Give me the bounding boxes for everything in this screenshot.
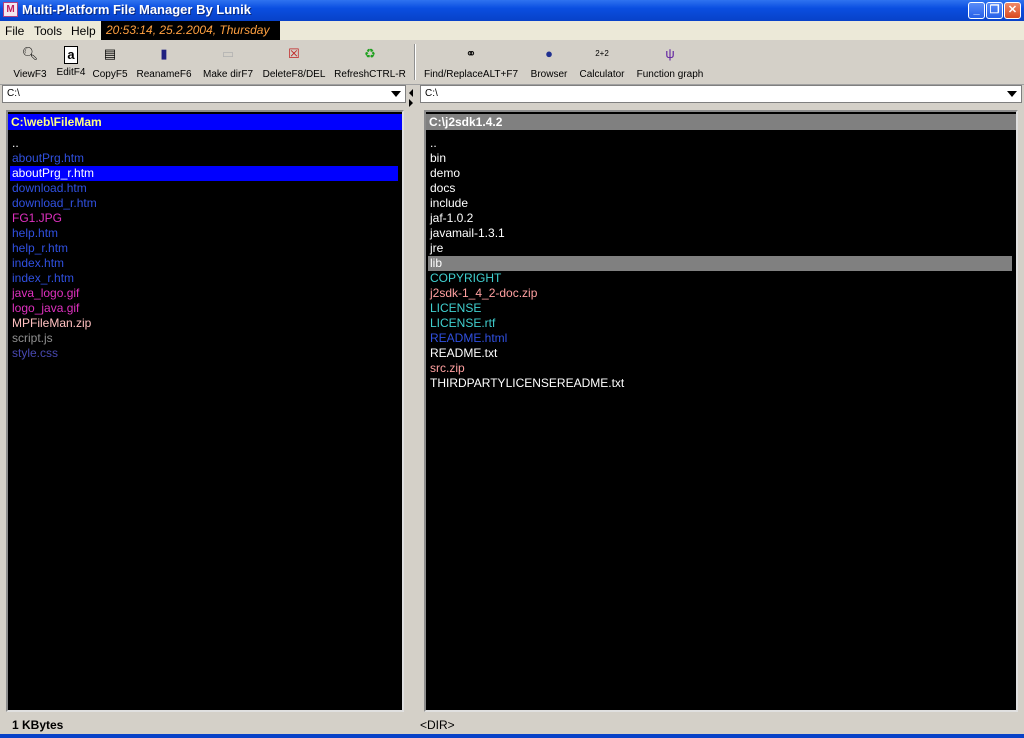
globe-icon: ● xyxy=(545,46,553,61)
right-file-list[interactable]: .. bin demo docs include jaf-1.0.2 javamail-1.… xyxy=(428,136,1012,391)
file-item[interactable]: COPYRIGHT xyxy=(428,271,1012,286)
left-drive-value: C:\ xyxy=(7,88,20,99)
file-item[interactable]: demo xyxy=(428,166,1012,181)
file-item[interactable]: include xyxy=(428,196,1012,211)
browser-button[interactable]: ● Browser xyxy=(527,44,571,80)
maximize-button[interactable]: ❐ xyxy=(986,2,1003,19)
arrow-right-icon[interactable] xyxy=(409,99,413,107)
file-item[interactable]: help_r.htm xyxy=(10,241,398,256)
file-item[interactable]: aboutPrg_r.htm xyxy=(10,166,398,181)
menu-file[interactable]: File xyxy=(5,24,24,38)
copy-icon: ▤ xyxy=(103,46,117,61)
file-item[interactable]: aboutPrg.htm xyxy=(10,151,398,166)
right-drive-value: C:\ xyxy=(425,88,438,99)
edit-icon: a xyxy=(64,46,78,64)
left-path-header: C:\web\FileMam xyxy=(8,114,402,130)
folder-icon: ▭ xyxy=(221,46,235,61)
file-item[interactable]: bin xyxy=(428,151,1012,166)
file-item[interactable]: download.htm xyxy=(10,181,398,196)
file-item[interactable]: docs xyxy=(428,181,1012,196)
refresh-button[interactable]: ♻ RefreshCTRL-R xyxy=(333,44,407,80)
panel-splitter[interactable] xyxy=(407,85,419,715)
function-graph-button[interactable]: ψ Function graph xyxy=(633,44,707,80)
copy-button[interactable]: ▤ CopyF5 xyxy=(91,44,129,80)
left-file-panel[interactable]: C:\web\FileMam .. aboutPrg.htm aboutPrg_r.… xyxy=(6,110,404,712)
file-item[interactable]: javamail-1.3.1 xyxy=(428,226,1012,241)
calculator-button[interactable]: 2+2 Calculator xyxy=(576,44,628,80)
file-item[interactable]: jre xyxy=(428,241,1012,256)
file-item[interactable]: j2sdk-1_4_2-doc.zip xyxy=(428,286,1012,301)
file-item[interactable]: logo_java.gif xyxy=(10,301,398,316)
arrow-left-icon[interactable] xyxy=(409,89,413,97)
file-item[interactable]: script.js xyxy=(10,331,398,346)
toolbar: 🔍︎ ViewF3 a EditF4 ▤ CopyF5 ▮ ReanameF6 … xyxy=(0,40,1024,85)
chevron-down-icon xyxy=(391,91,401,97)
file-item[interactable]: src.zip xyxy=(428,361,1012,376)
minimize-button[interactable]: _ xyxy=(968,2,985,19)
right-path-header: C:\j2sdk1.4.2 xyxy=(426,114,1016,130)
refresh-icon: ♻ xyxy=(364,46,376,61)
right-drive-select[interactable]: C:\ xyxy=(420,85,1022,103)
file-item[interactable]: LICENSE.rtf xyxy=(428,316,1012,331)
binoculars-icon: ⚭ xyxy=(465,46,477,61)
right-file-panel[interactable]: C:\j2sdk1.4.2 .. bin demo docs include jaf-1.… xyxy=(424,110,1018,712)
graph-icon: ψ xyxy=(665,46,675,61)
file-item[interactable]: index_r.htm xyxy=(10,271,398,286)
file-item[interactable]: FG1.JPG xyxy=(10,211,398,226)
left-status-bar: 1 KBytes xyxy=(2,716,406,734)
make-dir-button[interactable]: ▭ Make dirF7 xyxy=(199,44,257,80)
rename-button[interactable]: ▮ ReanameF6 xyxy=(134,44,194,80)
file-item[interactable]: lib xyxy=(428,256,1012,271)
delete-button[interactable]: ☒ DeleteF8/DEL xyxy=(260,44,328,80)
toolbar-separator xyxy=(414,44,416,80)
window-bottom-border xyxy=(0,734,1024,738)
calculator-icon: 2+2 xyxy=(595,49,609,58)
file-item[interactable]: style.css xyxy=(10,346,398,361)
file-item[interactable]: help.htm xyxy=(10,226,398,241)
app-icon[interactable]: M xyxy=(3,2,18,17)
file-item[interactable]: MPFileMan.zip xyxy=(10,316,398,331)
chevron-down-icon xyxy=(1007,91,1017,97)
file-item[interactable]: README.html xyxy=(428,331,1012,346)
left-drive-select[interactable]: C:\ xyxy=(2,85,406,103)
rename-icon: ▮ xyxy=(160,46,168,61)
view-button[interactable]: 🔍︎ ViewF3 xyxy=(10,44,50,80)
magnifier-icon: 🔍︎ xyxy=(21,46,39,61)
left-file-list[interactable]: .. aboutPrg.htm aboutPrg_r.htm download.htm… xyxy=(10,136,398,361)
clock-display: 20:53:14, 25.2.2004, Thursday xyxy=(101,21,280,40)
file-item[interactable]: .. xyxy=(428,136,1012,151)
file-item[interactable]: download_r.htm xyxy=(10,196,398,211)
file-item[interactable]: .. xyxy=(10,136,398,151)
title-bar: M Multi-Platform File Manager By Lunik _… xyxy=(0,0,1024,21)
menu-help[interactable]: Help xyxy=(71,24,96,38)
find-replace-button[interactable]: ⚭ Find/ReplaceALT+F7 xyxy=(420,44,522,80)
file-item[interactable]: index.htm xyxy=(10,256,398,271)
right-status-bar: <DIR> xyxy=(418,716,1022,734)
close-button[interactable]: ✕ xyxy=(1004,2,1021,19)
file-item[interactable]: jaf-1.0.2 xyxy=(428,211,1012,226)
edit-button[interactable]: a EditF4 xyxy=(54,44,88,80)
file-item[interactable]: THIRDPARTYLICENSEREADME.txt xyxy=(428,376,1012,391)
file-item[interactable]: README.txt xyxy=(428,346,1012,361)
window-title: Multi-Platform File Manager By Lunik xyxy=(22,2,251,17)
menu-tools[interactable]: Tools xyxy=(34,24,62,38)
delete-icon: ☒ xyxy=(288,46,300,61)
file-item[interactable]: java_logo.gif xyxy=(10,286,398,301)
file-item[interactable]: LICENSE xyxy=(428,301,1012,316)
